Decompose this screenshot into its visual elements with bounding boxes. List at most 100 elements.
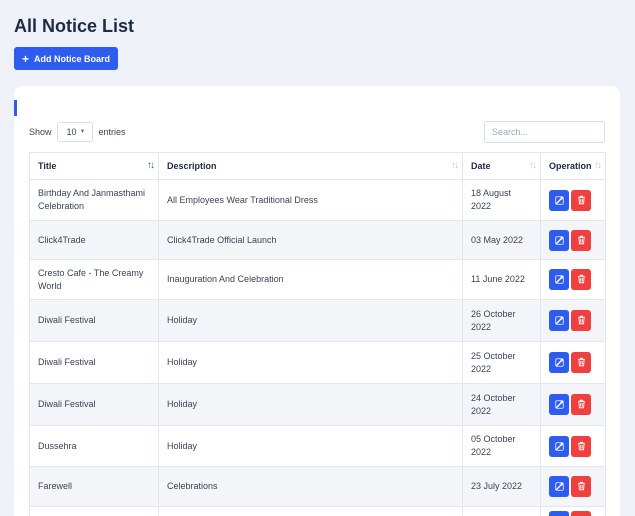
entries-label: entries: [98, 127, 126, 137]
cell-date: 24 October 2022: [462, 383, 541, 426]
column-header-operation[interactable]: Operation ↑↓: [540, 152, 606, 180]
cell-description: Celebrations: [158, 466, 463, 507]
cell-title: Diwali Festival: [29, 383, 159, 426]
cell-operation: [540, 220, 606, 260]
edit-button[interactable]: [549, 511, 569, 516]
entries-select[interactable]: 10 ▼: [56, 122, 94, 142]
edit-icon: [554, 397, 564, 412]
cell-date: 25 October 2022: [462, 341, 541, 384]
notice-list-card: Show 10 ▼ entries Title ↑↓ Description ↑…: [14, 86, 620, 516]
delete-button[interactable]: [571, 394, 591, 415]
delete-button[interactable]: [571, 476, 591, 497]
sort-icon: ↑↓: [451, 160, 459, 171]
operation-buttons: [549, 310, 597, 331]
delete-button[interactable]: [571, 511, 591, 516]
cell-description: Holiday: [158, 425, 463, 467]
sort-icon: ↑↓: [529, 160, 537, 171]
trash-icon: [577, 272, 586, 287]
operation-buttons: [549, 394, 597, 415]
operation-buttons: [549, 476, 597, 497]
edit-icon: [554, 313, 564, 328]
caret-down-icon: ▼: [79, 129, 86, 135]
edit-icon: [554, 193, 564, 208]
cell-description: Holiday: [158, 341, 463, 384]
operation-buttons: [549, 511, 597, 516]
delete-button[interactable]: [571, 189, 591, 211]
cell-operation: [540, 425, 606, 467]
edit-icon: [554, 233, 564, 248]
operation-buttons: [549, 352, 597, 373]
cell-date: 05 October 2022: [462, 425, 541, 467]
edit-button[interactable]: [549, 476, 569, 497]
cell-title: Dussehra: [29, 425, 159, 467]
cell-description: Holiday: [158, 299, 463, 342]
edit-icon: [554, 439, 564, 454]
delete-button[interactable]: [571, 310, 591, 331]
page-title: All Notice List: [14, 16, 135, 36]
table-row: Cresto Cafe - The Creamy World Inaugurati…: [29, 259, 606, 300]
delete-button[interactable]: [571, 435, 591, 457]
cell-operation: [540, 506, 606, 516]
show-label: Show: [29, 127, 52, 137]
edit-button[interactable]: [549, 310, 569, 331]
table-row: Click4Trade Click4Trade Official Launch 03…: [29, 220, 606, 260]
cell-date: 03 May 2022: [462, 220, 541, 260]
sort-icon: ↑↓: [594, 160, 602, 171]
plus-icon: +: [21, 51, 29, 66]
card-accent-bar: [14, 100, 17, 116]
edit-button[interactable]: [549, 435, 569, 457]
table-header-row: Title ↑↓ Description ↑↓ Date ↑↓ Operatio…: [29, 152, 606, 180]
delete-button[interactable]: [571, 229, 591, 251]
column-header-title[interactable]: Title ↑↓: [29, 152, 159, 180]
cell-date: 11 June 2022: [462, 259, 541, 300]
edit-button[interactable]: [549, 352, 569, 373]
cell-date: 23 July 2022: [462, 466, 541, 507]
trash-icon: [577, 479, 586, 494]
cell-description: Click4Trade Official Launch: [158, 220, 463, 260]
cell-title: Cresto Cafe - The Creamy World: [29, 259, 159, 300]
edit-button[interactable]: [549, 394, 569, 415]
operation-buttons: [549, 269, 597, 290]
add-notice-board-label: Add Notice Board: [34, 53, 111, 64]
cell-operation: [540, 259, 606, 300]
cell-title: [29, 506, 159, 516]
cell-description: All Employees Wear Traditional Dress: [158, 179, 463, 221]
trash-icon: [577, 355, 586, 370]
search-input[interactable]: [484, 121, 605, 143]
cell-title: Click4Trade: [29, 220, 159, 260]
delete-button[interactable]: [571, 269, 591, 290]
trash-icon: [577, 313, 586, 328]
table-row: Farewell Celebrations 23 July 2022: [29, 466, 606, 507]
entries-value: 10: [66, 127, 77, 137]
add-notice-board-button[interactable]: + Add Notice Board: [14, 47, 118, 70]
column-header-date[interactable]: Date ↑↓: [462, 152, 541, 180]
edit-button[interactable]: [549, 229, 569, 251]
table-row: Birthday And Janmasthami Celebration All …: [29, 179, 606, 221]
trash-icon: [577, 233, 586, 248]
operation-buttons: [549, 189, 597, 211]
edit-icon: [554, 355, 564, 370]
cell-title: Diwali Festival: [29, 299, 159, 342]
cell-description: Holiday: [158, 383, 463, 426]
delete-button[interactable]: [571, 352, 591, 373]
edit-icon: [554, 479, 564, 494]
cell-operation: [540, 341, 606, 384]
cell-operation: [540, 179, 606, 221]
cell-title: Birthday And Janmasthami Celebration: [29, 179, 159, 221]
cell-operation: [540, 299, 606, 342]
table-row: Diwali Festival Holiday 24 October 2022: [29, 383, 606, 426]
edit-icon: [554, 272, 564, 287]
edit-button[interactable]: [549, 269, 569, 290]
trash-icon: [577, 397, 586, 412]
table-row: [29, 506, 606, 516]
cell-date: [462, 506, 541, 516]
column-header-description[interactable]: Description ↑↓: [158, 152, 463, 180]
cell-title: Diwali Festival: [29, 341, 159, 384]
operation-buttons: [549, 435, 597, 457]
trash-icon: [577, 439, 586, 454]
edit-button[interactable]: [549, 189, 569, 211]
notice-table: Title ↑↓ Description ↑↓ Date ↑↓ Operatio…: [29, 152, 606, 516]
cell-title: Farewell: [29, 466, 159, 507]
table-row: Diwali Festival Holiday 25 October 2022: [29, 341, 606, 384]
trash-icon: [577, 193, 586, 208]
